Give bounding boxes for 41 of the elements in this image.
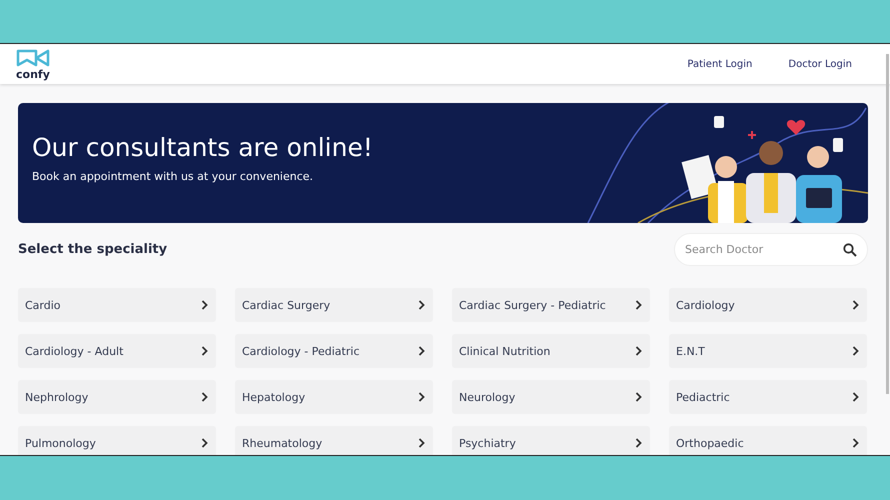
speciality-button[interactable]: E.N.T — [669, 334, 867, 368]
speciality-button[interactable]: Pediactric — [669, 380, 867, 414]
nav-link[interactable]: Doctor Login — [788, 58, 852, 70]
speciality-button[interactable]: Pulmonology — [18, 426, 216, 455]
banner-title: Our consultants are online! — [32, 133, 373, 162]
search-field[interactable]: Search Doctor — [674, 233, 868, 266]
chevron-right-icon — [418, 392, 425, 402]
chevron-right-icon — [201, 438, 208, 448]
chevron-right-icon — [852, 346, 859, 356]
chevron-right-icon — [418, 346, 425, 356]
speciality-button[interactable]: Cardiology - Pediatric — [235, 334, 433, 368]
chevron-right-icon — [201, 346, 208, 356]
section-title: Select the speciality — [18, 242, 168, 257]
nav-link[interactable]: Patient Login — [687, 58, 752, 70]
speciality-button[interactable]: Cardiac Surgery — [235, 288, 433, 322]
speciality-button[interactable]: Cardiac Surgery - Pediatric — [452, 288, 650, 322]
chevron-right-icon — [852, 300, 859, 310]
brand-logo[interactable]: confy — [16, 68, 50, 80]
speciality-button[interactable]: Cardiology - Adult — [18, 334, 216, 368]
speciality-button[interactable]: Clinical Nutrition — [452, 334, 650, 368]
chevron-right-icon — [201, 392, 208, 402]
chevron-right-icon — [635, 300, 642, 310]
chevron-right-icon — [635, 346, 642, 356]
chevron-right-icon — [418, 300, 425, 310]
speciality-button[interactable]: Cardiology — [669, 288, 867, 322]
video-camera-icon — [16, 48, 50, 68]
banner-subtitle: Book an appointment with us at your convenience. — [32, 170, 314, 183]
speciality-button[interactable]: Nephrology — [18, 380, 216, 414]
chevron-right-icon — [852, 392, 859, 402]
speciality-button[interactable]: Psychiatry — [452, 426, 650, 455]
chevron-right-icon — [201, 300, 208, 310]
search-icon[interactable] — [843, 243, 857, 257]
speciality-button[interactable]: Cardio — [18, 288, 216, 322]
chevron-right-icon — [852, 438, 859, 448]
speciality-button[interactable]: Neurology — [452, 380, 650, 414]
speciality-button[interactable]: Orthopaedic — [669, 426, 867, 455]
chevron-right-icon — [418, 438, 425, 448]
chevron-right-icon — [635, 392, 642, 402]
speciality-button[interactable]: Hepatology — [235, 380, 433, 414]
chevron-right-icon — [635, 438, 642, 448]
speciality-button[interactable]: Rheumatology — [235, 426, 433, 455]
